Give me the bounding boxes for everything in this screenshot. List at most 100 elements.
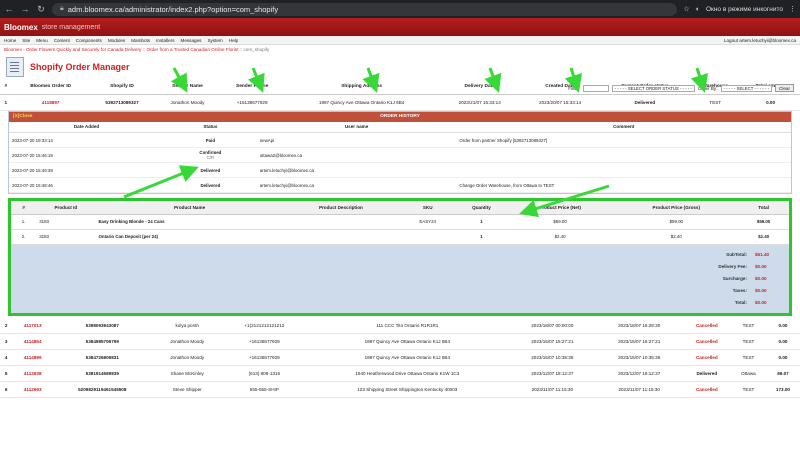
reload-icon[interactable]: ↻ (36, 4, 46, 15)
order-status: Cancelled (682, 317, 731, 334)
history-row: 2023-07-20 15:49:39 Delivered artem.letuch… (9, 162, 791, 178)
totals-row: Total: $0.00 (17, 297, 783, 309)
history-user: artem.letuchyi@bloomex.ca (256, 162, 457, 178)
product-num: 1. (11, 214, 37, 230)
order-row[interactable]: 4 4114899 5384726806831 Jonathon Moody +1613… (0, 349, 800, 366)
product-id: 3183 (36, 229, 96, 245)
filter-bar: Filter: - - - - - SELECT ORDER STATUS - … (568, 84, 794, 92)
history-col-header: Date Added (9, 121, 165, 133)
product-sku (398, 229, 458, 245)
order-id-link[interactable]: 4113638 (12, 365, 54, 382)
menu-item-content[interactable]: Content (54, 38, 70, 43)
warehouse: TEST (730, 349, 766, 366)
back-icon[interactable]: ← (4, 4, 14, 14)
product-description (283, 214, 399, 230)
filter-input[interactable] (582, 84, 609, 92)
products-header-row: # Product Id Product Name Product Descripti… (11, 201, 789, 215)
shopify-id: 5398093943087 (53, 317, 152, 334)
history-date: 2023-07-20 15:49:39 (9, 162, 165, 178)
incognito-label: Окно в режиме инкогнито (705, 5, 783, 13)
url-text: adm.bloomex.ca/administrator/index2.php?… (67, 4, 279, 14)
created-date: 2023/12/07 18:12:37 (595, 365, 683, 382)
orders-col-header[interactable]: Shopify ID (89, 80, 155, 95)
orders-col-header[interactable]: Shipping Address (283, 80, 440, 95)
menu-item-installers[interactable]: Installers (156, 38, 174, 43)
shipping-address: 111 CCC Tito Ontario R1R1R1 (305, 317, 509, 334)
order-row[interactable]: 2 4117013 5398093943087 kolya porsh +1(21212… (0, 317, 800, 334)
order-id-link[interactable]: 4114899 (12, 349, 54, 366)
menu-item-site[interactable]: Site (22, 38, 30, 43)
history-status-label: Delivered (200, 167, 221, 173)
orders-col-header[interactable]: # (0, 80, 12, 95)
menu-item-system[interactable]: System (207, 38, 222, 43)
created-date: 2023/15/07 15:27:21 (595, 333, 683, 350)
order-id-link[interactable]: 4112693 (12, 381, 54, 398)
order-row[interactable]: 3 4114864 5384985706799 Jonathon Moody +1613… (0, 333, 800, 350)
products-col-header: Product Id (36, 201, 96, 215)
history-status: Delivered (164, 162, 257, 178)
logout-link[interactable]: Logout artem.letuchyi@bloomex.ca (724, 38, 796, 43)
totals-value: $0.00 (755, 288, 767, 293)
site-tagline: Bloomex - Order Flowers Quickly and Secu… (4, 47, 239, 52)
menu-item-components[interactable]: Components (76, 38, 102, 43)
order-status-select[interactable]: - - - - - SELECT ORDER STATUS - - - - - (611, 84, 695, 92)
sender-name: Steve Shipper (151, 381, 223, 398)
products-col-header: Product Price (Net) (505, 201, 615, 215)
warehouse: TEST (730, 317, 766, 334)
order-by-select[interactable]: - - - - - SELECT - - - - - - (720, 84, 773, 92)
address-bar[interactable]: 🔒︎ adm.bloomex.ca/administrator/index2.p… (52, 2, 678, 16)
totals-value: $0.00 (755, 264, 767, 269)
warehouse: TEST (730, 381, 766, 398)
menu-item-menu[interactable]: Menu (36, 38, 48, 43)
orders-col-header[interactable]: Bloomex Order ID (11, 80, 90, 95)
orders-col-header[interactable]: Sender Phone (220, 80, 284, 95)
orders-col-header[interactable]: Sender Name (154, 80, 221, 95)
shipping-address: 123 Shipping Street Shippington Kentucky… (305, 381, 509, 398)
logo-subtitle: store management (41, 23, 101, 31)
sender-name: Jonathon Moody (151, 349, 223, 366)
more-icon[interactable]: ⋮ (789, 5, 796, 13)
products-col-header: Total (738, 201, 789, 215)
history-status: Confirmed C/R (164, 147, 257, 163)
app-header: Bloomex store management (0, 18, 800, 36)
order-row[interactable]: 6 4112693 5209829119461545508 Steve Shipper… (0, 381, 800, 398)
menu-item-modules[interactable]: Modules (108, 38, 125, 43)
menu-item-home[interactable]: Home (4, 38, 16, 43)
orders-col-header[interactable]: Delivery Date (439, 80, 520, 95)
sender-name: kolya porsh (151, 317, 223, 334)
history-comment (456, 162, 791, 178)
product-description (283, 229, 399, 245)
totals-row: Surcharge: $0.00 (17, 273, 783, 285)
shipping-address: 1997 Quincy Ave Ottawa Ontario K1J 6B4 (305, 333, 509, 350)
order-totals: SubTotal: $61.40 Delivery Fee: $0.00 Surchar… (11, 245, 789, 313)
order-row[interactable]: 5 4113638 5381914689839 Shane McKinley (613)… (0, 365, 800, 382)
order-id-link[interactable]: 4114864 (12, 333, 54, 350)
clear-button[interactable]: Clear (775, 84, 794, 92)
totals-value: $0.00 (755, 300, 767, 305)
sender-phone: (613) 808-1316 (222, 365, 306, 382)
created-date: 2023/15/07 10:35:36 (595, 349, 683, 366)
order-num: 3 (0, 333, 13, 350)
forward-icon[interactable]: → (20, 4, 30, 14)
history-user: ottawa2@bloomex.ca (256, 147, 457, 163)
star-icon[interactable]: ☆ (683, 5, 689, 13)
total-amount: 0.00 (765, 349, 800, 366)
order-id-link[interactable]: 4117013 (12, 317, 54, 334)
sender-name: Jonathon Moody (151, 333, 223, 350)
close-history-link[interactable]: [X]Close (13, 114, 32, 119)
order-status: Delivered (682, 365, 731, 382)
product-quantity: 1 (457, 214, 506, 230)
menu-item-help[interactable]: Help (229, 38, 238, 43)
site-subbar: Bloomex - Order Flowers Quickly and Secu… (4, 47, 270, 52)
totals-value: $0.00 (755, 276, 767, 281)
order-row-1[interactable]: 1 4118897 5392713089327 Jonathon Moody +… (0, 94, 800, 111)
warehouse: Ottawa (730, 365, 766, 382)
product-row: 1. 3183 Easy Drinking Blonde - 24 Cans EASY… (11, 214, 789, 230)
product-price-net: $2.40 (505, 229, 615, 245)
menu-item-messages[interactable]: Messages (181, 38, 202, 43)
order-num: 2 (0, 317, 13, 334)
order-id-link[interactable]: 4118897 (11, 94, 90, 111)
menu-item-mambots[interactable]: Mambots (131, 38, 150, 43)
history-date: 2023-07-20 15:48:46 (9, 177, 165, 193)
order-history-table: Date Added Status User name Comment 2023-07… (9, 121, 791, 193)
